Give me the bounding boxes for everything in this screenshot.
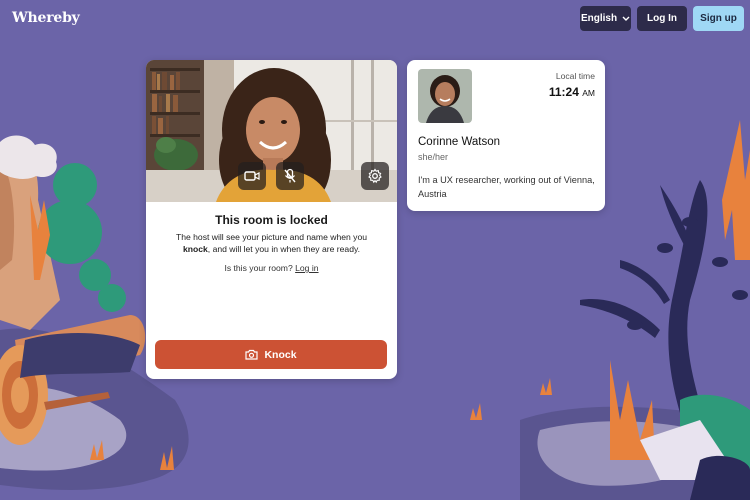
description-text: The host will see your picture and name …: [175, 232, 368, 242]
microphone-toggle-button[interactable]: [276, 162, 304, 190]
knock-button[interactable]: Knock: [155, 340, 387, 369]
host-pronouns: she/her: [418, 152, 449, 162]
knock-camera-icon: [245, 349, 259, 360]
knock-label: Knock: [264, 348, 297, 361]
owner-login-link[interactable]: Log in: [295, 263, 318, 273]
whereby-logo[interactable]: Whereby: [12, 10, 80, 26]
camera-toggle-button[interactable]: [238, 162, 266, 190]
room-card: This room is locked The host will see yo…: [146, 60, 397, 379]
self-video-preview: [146, 60, 397, 202]
host-info-card: Local time 11:24 AM Corinne Watson she/h…: [407, 60, 605, 211]
time-ampm: AM: [582, 88, 595, 98]
owner-question: Is this your room?: [224, 263, 293, 273]
camera-icon: [244, 171, 260, 181]
language-label: English: [580, 13, 618, 24]
host-name: Corinne Watson: [418, 136, 501, 148]
time-value: 11:24: [548, 85, 579, 99]
host-bio: I'm a UX researcher, working out of Vien…: [418, 175, 595, 199]
chevron-down-icon: [622, 16, 630, 21]
mic-off-icon: [284, 168, 296, 183]
local-time-value: 11:24 AM: [549, 85, 595, 99]
room-owner-prompt: Is this your room? Log in: [146, 263, 397, 273]
login-button[interactable]: Log In: [637, 6, 687, 31]
video-feed-image: [146, 60, 397, 202]
locked-room-description: The host will see your picture and name …: [164, 231, 379, 255]
local-time-label: Local time: [555, 71, 595, 81]
language-selector[interactable]: English: [580, 6, 631, 31]
host-avatar: [418, 69, 472, 123]
locked-room-title: This room is locked: [215, 213, 328, 227]
description-text-end: , and will let you in when they are read…: [207, 244, 361, 254]
settings-button[interactable]: [361, 162, 389, 190]
gear-icon: [368, 168, 382, 184]
description-knock-emphasis: knock: [182, 244, 208, 254]
signup-button[interactable]: Sign up: [693, 6, 744, 31]
